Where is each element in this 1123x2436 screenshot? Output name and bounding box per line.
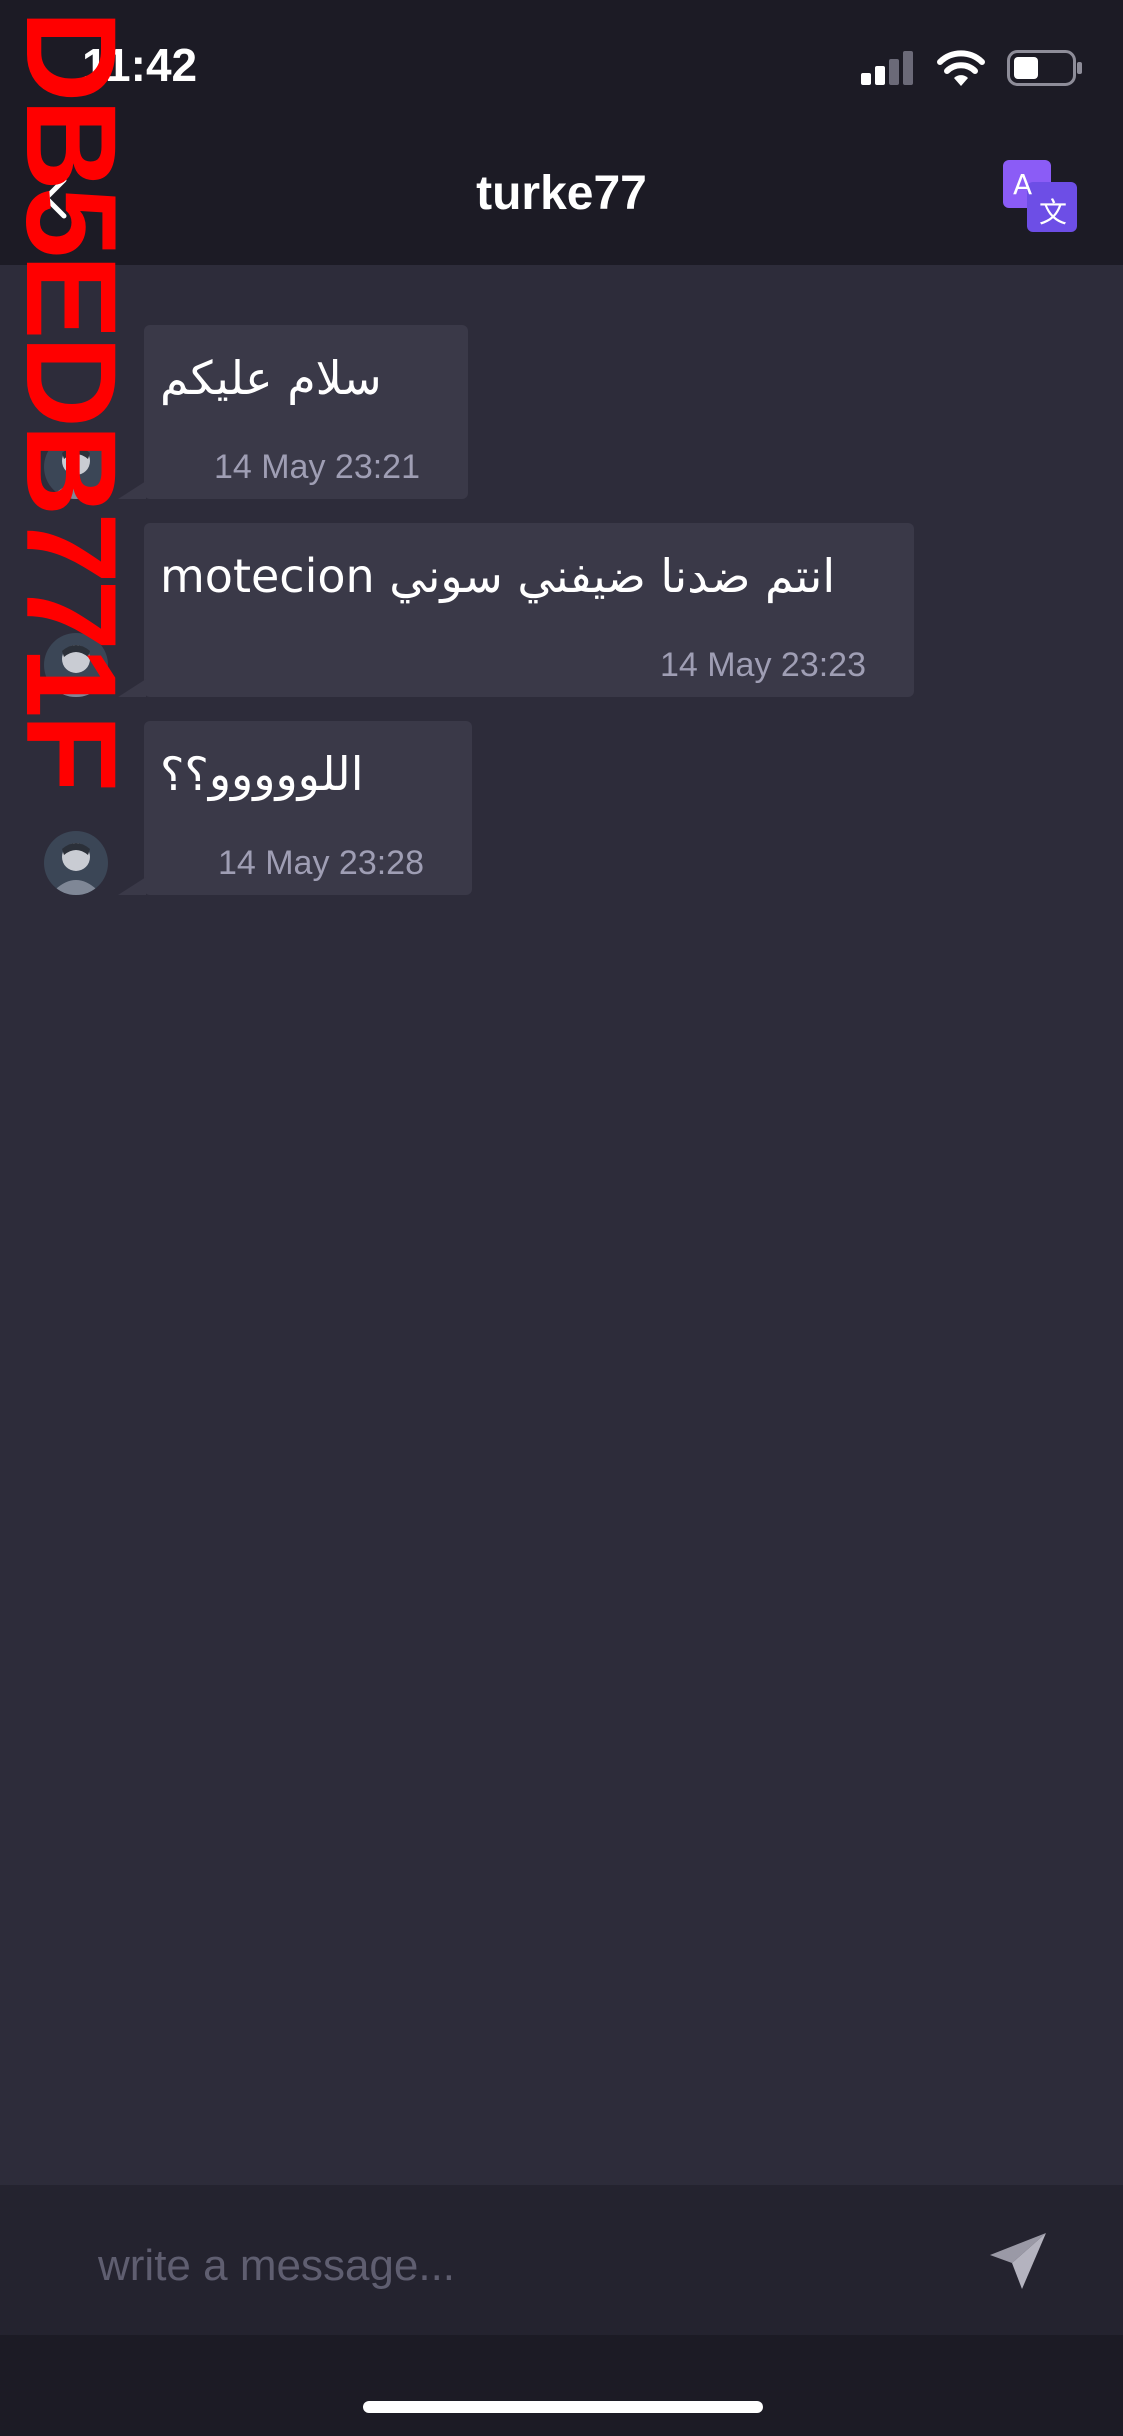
message-text: motecion انتم ضدنا ضيفني سوني [160,549,836,603]
message-bubble[interactable]: اللووووو؟؟ 14 May 23:28 [144,721,472,895]
status-icons [861,50,1083,91]
message-input[interactable] [96,2235,920,2297]
bubble-tail [118,877,146,895]
message-composer [0,2185,1123,2335]
message-bubble[interactable]: motecion انتم ضدنا ضيفني سوني 14 May 23:… [144,523,914,697]
message-timestamp: 14 May 23:21 [213,448,420,486]
message-text: سلام عليكم [160,351,382,405]
home-indicator-area [0,2335,1123,2436]
svg-text:A: A [1013,168,1032,201]
message-text: اللووووو؟؟ [160,747,364,801]
message-timestamp: 14 May 23:28 [217,844,424,882]
status-bar: 11:42 [0,0,1123,130]
watermark: DB5EDB771F [0,10,142,789]
avatar[interactable] [44,831,108,895]
message-bubble[interactable]: سلام عليكم 14 May 23:21 [144,325,468,499]
translate-button[interactable]: A 文 [1003,160,1079,234]
svg-text:文: 文 [1039,196,1067,229]
wifi-icon [937,50,985,91]
chat-title: turke77 [476,167,647,220]
message-timestamp: 14 May 23:23 [659,646,866,684]
battery-icon [1007,50,1083,91]
send-button[interactable] [980,2225,1056,2301]
signal-icon [861,51,915,90]
chat-header: turke77 A 文 [0,130,1123,265]
send-icon [988,2231,1048,2296]
translate-icon: A 文 [1003,160,1079,238]
home-indicator[interactable] [363,2401,763,2413]
